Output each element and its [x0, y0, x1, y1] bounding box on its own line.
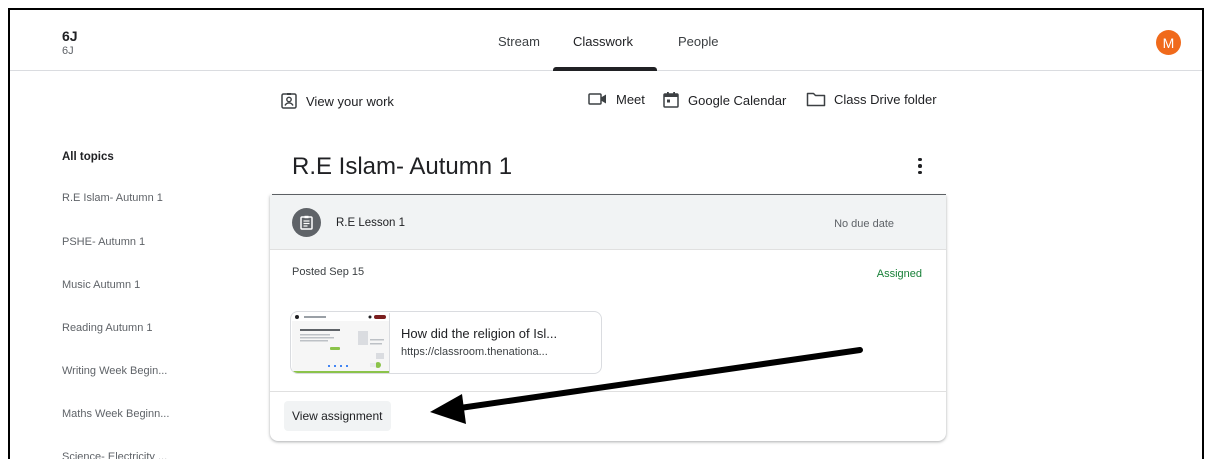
calendar-icon [662, 91, 680, 109]
classroom-window: 6J 6J Stream Classwork People M View you… [8, 8, 1204, 459]
sidebar-item-pshe[interactable]: PSHE- Autumn 1 [62, 236, 145, 248]
google-calendar-button[interactable]: Google Calendar [662, 91, 786, 109]
sidebar-item-writing[interactable]: Writing Week Begin... [62, 365, 167, 377]
class-section: 6J [62, 45, 74, 57]
sidebar-item-re-islam[interactable]: R.E Islam- Autumn 1 [62, 192, 163, 204]
topic-more-options-button[interactable] [908, 154, 932, 178]
posted-date: Posted Sep 15 [292, 266, 365, 278]
tab-classwork[interactable]: Classwork [573, 34, 633, 49]
card-divider [270, 391, 946, 392]
more-vert-icon [918, 157, 922, 162]
sidebar-item-maths[interactable]: Maths Week Beginn... [62, 408, 169, 420]
active-tab-indicator [553, 67, 657, 71]
assignment-header[interactable]: R.E Lesson 1 No due date [270, 195, 946, 250]
attachment-link[interactable]: How did the religion of Isl... https://c… [290, 311, 602, 374]
attachment-title: How did the religion of Isl... [401, 326, 558, 341]
tab-people[interactable]: People [678, 34, 718, 49]
more-vert-dot [918, 170, 922, 175]
sidebar-item-all-topics[interactable]: All topics [62, 151, 114, 163]
folder-icon [806, 91, 826, 107]
tab-stream[interactable]: Stream [498, 34, 540, 49]
video-camera-icon [588, 91, 608, 107]
topic-title: R.E Islam- Autumn 1 [292, 153, 513, 180]
google-calendar-label: Google Calendar [688, 92, 787, 108]
sidebar-item-science[interactable]: Science- Electricity ... [62, 451, 167, 459]
assignment-title: R.E Lesson 1 [336, 217, 406, 229]
meet-label: Meet [616, 91, 645, 107]
avatar[interactable]: M [1156, 30, 1181, 55]
assignment-ind-icon [280, 92, 298, 110]
class-drive-folder-label: Class Drive folder [834, 91, 937, 107]
assignment-card: R.E Lesson 1 No due date Posted Sep 15 A… [270, 195, 946, 441]
more-vert-dot [918, 164, 922, 168]
attachment-url: https://classroom.thenationa... [401, 346, 548, 358]
sidebar-item-reading[interactable]: Reading Autumn 1 [62, 322, 153, 334]
view-your-work-label: View your work [306, 93, 394, 109]
sidebar-item-music[interactable]: Music Autumn 1 [62, 279, 140, 291]
view-your-work-button[interactable]: View your work [280, 92, 394, 110]
due-date: No due date [834, 218, 894, 230]
view-assignment-button[interactable]: View assignment [284, 401, 391, 431]
attachment-thumbnail [292, 313, 390, 373]
class-drive-folder-button[interactable]: Class Drive folder [806, 91, 937, 107]
meet-button[interactable]: Meet [588, 91, 645, 107]
class-name[interactable]: 6J [62, 28, 78, 44]
status-badge: Assigned [876, 268, 922, 280]
assignment-icon [292, 208, 321, 237]
top-bar: 6J 6J Stream Classwork People M [10, 10, 1202, 71]
